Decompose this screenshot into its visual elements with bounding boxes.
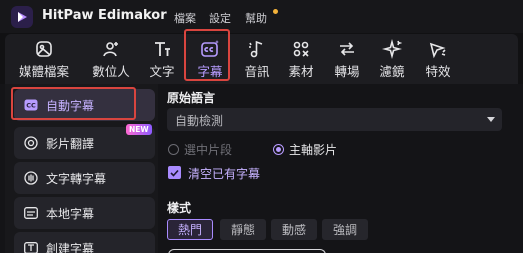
language-dropdown-value: 自動檢測 [175,114,224,128]
radio-indicator [273,144,284,155]
tool-filter[interactable]: 濾鏡 [375,34,409,84]
tool-avatar[interactable]: 數位人 [89,34,133,84]
style-chip-static[interactable]: 靜態 [220,219,266,240]
tool-label: 轉場 [334,64,360,79]
tool-assets[interactable]: 素材 [284,34,318,84]
sidebar-item-create-subtitle[interactable]: 創建字幕 [14,232,155,253]
create-subtitle-icon [23,240,39,253]
local-subtitle-icon [23,205,39,221]
sidebar-item-local-subtitle[interactable]: 本地字幕 [14,197,155,229]
highlight-box-auto-subtitle [11,87,136,120]
menu-file[interactable]: 檔案 [174,10,196,26]
menu-settings[interactable]: 設定 [209,10,231,26]
feature-toolbar: 媒體檔案 數位人 文字 字幕 音訊 素材 轉場 濾鏡 特效 [5,34,518,84]
music-note-icon [249,40,263,58]
tool-label: 音訊 [244,64,270,79]
tool-label: 文字 [149,64,175,79]
app-logo-icon [11,6,33,28]
style-chip-dynamic[interactable]: 動感 [271,219,317,240]
assets-icon [293,41,309,57]
menu-help[interactable]: 幫助 [245,10,267,26]
tool-label: 濾鏡 [379,64,405,79]
tool-label: 特效 [425,64,451,79]
radio-main-track-video[interactable]: 主軸影片 [273,141,337,158]
translate-icon [23,135,39,151]
clear-existing-subtitles-label[interactable]: 清空已有字幕 [188,165,260,182]
media-icon [36,41,52,57]
text-to-subtitle-icon [23,170,39,186]
style-chip-emphasis[interactable]: 強調 [322,219,368,240]
effects-icon [429,42,446,59]
highlight-box-subtitle-tool [184,29,230,81]
text-icon [155,42,170,56]
language-dropdown[interactable]: 自動檢測 [167,108,502,131]
tool-label: 數位人 [92,64,130,79]
radio-label: 選中片段 [184,143,233,157]
sidebar-item-text-to-subtitle[interactable]: 文字轉字幕 [14,162,155,194]
sidebar-item-label: 創建字幕 [46,241,95,253]
tool-audio[interactable]: 音訊 [240,34,274,84]
tool-transition[interactable]: 轉場 [330,34,364,84]
sidebar-item-label: 本地字幕 [46,206,95,221]
title-bar: HitPaw Edimakor 檔案 設定 幫助 [0,0,523,33]
radio-label: 主軸影片 [289,143,338,157]
new-badge: NEW [126,124,152,135]
tool-label: 素材 [288,64,314,79]
tool-text[interactable]: 文字 [145,34,179,84]
sidebar-item-label: 文字轉字幕 [46,171,107,186]
avatar-add-icon [103,42,118,57]
app-title: HitPaw Edimakor [42,8,167,23]
style-section-title: 樣式 [167,201,192,215]
style-preview-card[interactable] [168,249,326,253]
tool-label: 媒體檔案 [19,64,70,79]
radio-indicator [168,144,179,155]
clear-existing-subtitles-checkbox[interactable] [168,166,181,179]
radio-selected-clip[interactable]: 選中片段 [168,141,232,158]
sparkle-filter-icon [382,39,402,59]
checkmark-icon [170,169,179,177]
tool-media[interactable]: 媒體檔案 [19,34,69,84]
transition-icon [340,42,354,56]
notification-dot [273,9,278,14]
sidebar-item-label: 影片翻譯 [46,136,95,151]
language-section-title: 原始語言 [167,91,216,105]
tool-effects[interactable]: 特效 [421,34,455,84]
style-chip-popular[interactable]: 熱門 [167,219,213,240]
chevron-down-icon [487,117,495,122]
